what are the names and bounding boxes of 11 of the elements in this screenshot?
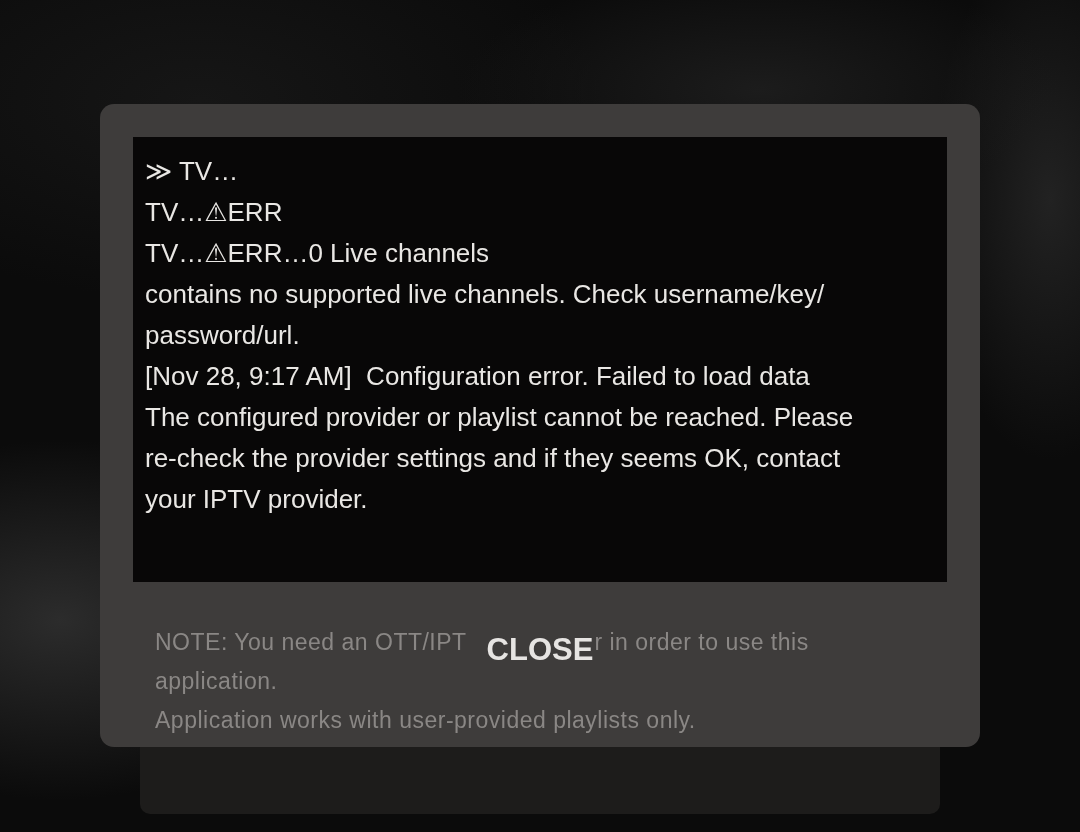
close-button[interactable]: CLOSE xyxy=(485,632,595,668)
note-text: application. xyxy=(155,667,278,696)
note-text: NOTE: You need an OTT/IPT xyxy=(155,628,467,657)
log-message: The configured provider or playlist cannot be reached. Please re-check the provider settings and if they seems OK, contact your IPTV provider. xyxy=(145,401,854,516)
note-text: Application works with user-provided playlists only. xyxy=(155,706,696,735)
log-line: TV…⚠ERR…0 Live channels xyxy=(145,237,490,270)
log-message: contains no supported live channels. Check username/key/ password/url. xyxy=(145,278,825,352)
log-line: ≫ TV… xyxy=(145,155,239,188)
log-line: [Nov 28, 9:17 AM] Configuration error. Failed to load data xyxy=(145,360,810,393)
note-text: r in order to use this xyxy=(594,628,809,657)
log-line: TV…⚠ERR xyxy=(145,196,283,229)
